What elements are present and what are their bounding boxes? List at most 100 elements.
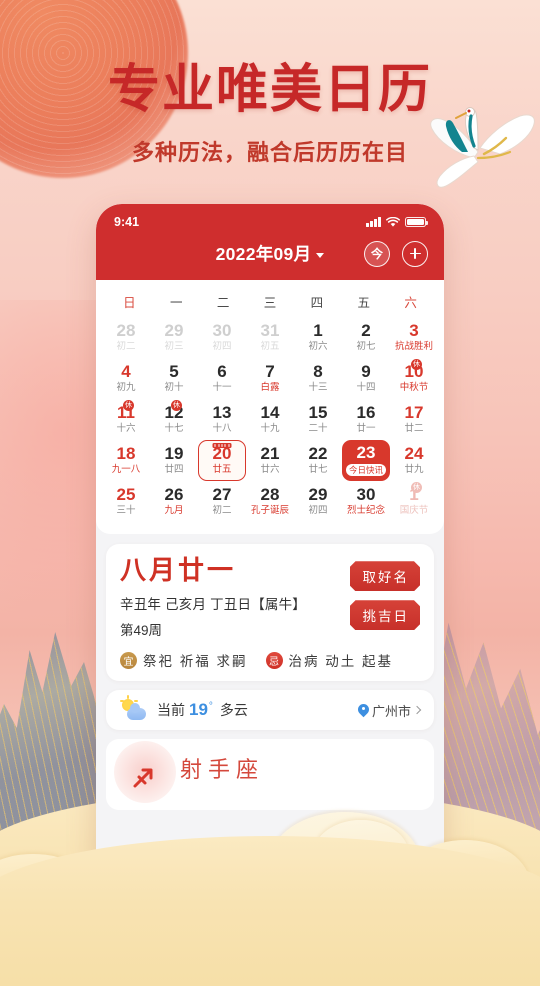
day-sublabel: 十六 <box>116 422 136 434</box>
calendar-day-cell[interactable]: 19 廿四 <box>150 440 198 481</box>
day-sublabel: 初三 <box>164 340 184 352</box>
day-number: 27 <box>212 485 232 505</box>
day-number: 18 <box>116 444 136 463</box>
calendar-day-cell[interactable]: 6 十一 <box>198 358 246 399</box>
calendar-day-cell[interactable]: 29 初三 <box>150 317 198 358</box>
day-sublabel: 廿九 <box>404 463 424 475</box>
weekday-header-2: 二 <box>216 296 230 310</box>
calendar-day-cell[interactable]: 26 九月 <box>150 481 198 522</box>
day-number: 13 <box>212 402 232 422</box>
wifi-icon <box>386 216 400 227</box>
calendar-day-cell[interactable]: 7 白露 <box>246 358 294 399</box>
calendar-day-cell[interactable]: 27 初二 <box>198 481 246 522</box>
day-sublabel: 初二 <box>212 504 232 516</box>
weather-condition: 多云 <box>219 702 248 719</box>
yi-items: 祭祀 祈福 求嗣 <box>143 654 248 670</box>
day-number: 29 <box>164 320 184 340</box>
calendar-day-cell[interactable]: 休 1 国庆节 <box>390 481 438 522</box>
calendar-day-cell[interactable]: 休 10 中秋节 <box>390 358 438 399</box>
detail-card-actions: 取好名 挑吉日 <box>350 561 421 630</box>
calendar-day-cell[interactable]: 16 廿一 <box>342 399 390 440</box>
day-number: 14 <box>260 402 280 422</box>
day-number: 1 <box>313 320 323 340</box>
calendar-day-cell[interactable]: 休 12 十七 <box>150 399 198 440</box>
today-button[interactable]: 今 <box>364 240 390 267</box>
calendar-day-cell[interactable]: 31 初五 <box>246 317 294 358</box>
weekday-header-3: 三 <box>263 296 277 310</box>
weekday-header-6: 六 <box>404 296 417 310</box>
weather-card[interactable]: 当前 19 ° 多云 广州市 <box>106 690 434 731</box>
day-sublabel: 廿二 <box>404 422 424 434</box>
calendar-day-cell[interactable]: 5 初十 <box>150 358 198 399</box>
calendar-day-cell[interactable]: 1 初六 <box>294 317 342 358</box>
name-picker-button[interactable]: 取好名 <box>350 561 421 591</box>
calendar-day-cell[interactable]: 25 三十 <box>102 481 150 522</box>
calendar-day-cell[interactable]: 20 廿五 <box>198 440 246 482</box>
day-number: 15 <box>308 402 328 422</box>
today-button-label: 今 <box>370 247 383 261</box>
day-number: 5 <box>169 361 179 381</box>
calendar-day-cell[interactable]: 18 九一八 <box>102 440 150 481</box>
day-sublabel: 初七 <box>356 340 376 352</box>
day-sublabel: 三十 <box>116 504 136 516</box>
battery-icon <box>405 217 428 227</box>
location-selector[interactable]: 广州市 <box>358 701 422 720</box>
day-sublabel: 廿七 <box>308 463 328 475</box>
day-number: 2 <box>361 320 371 340</box>
yi-group[interactable]: 宜 祭祀 祈福 求嗣 <box>120 650 248 670</box>
calendar-day-cell[interactable]: 2 初七 <box>342 317 390 358</box>
location-label: 广州市 <box>371 703 411 719</box>
calendar-day-cell[interactable]: 休 11 十六 <box>102 399 150 440</box>
calendar-day-cell[interactable]: 30 初四 <box>198 317 246 358</box>
yi-ji-row: 宜 祭祀 祈福 求嗣 忌 治病 动土 起基 <box>120 650 420 670</box>
day-number: 29 <box>308 485 328 505</box>
calendar-day-cell[interactable]: 17 廿二 <box>390 399 438 440</box>
rest-day-badge: 休 <box>123 400 134 411</box>
yi-badge-icon: 宜 <box>120 651 137 669</box>
chevron-down-icon <box>316 252 325 258</box>
auspicious-day-button[interactable]: 挑吉日 <box>350 600 421 630</box>
calendar-day-cell[interactable]: 15 二十 <box>294 399 342 440</box>
sagittarius-icon <box>133 768 153 788</box>
calendar-day-cell[interactable]: 3 抗战胜利 <box>390 317 438 358</box>
day-sublabel: 国庆节 <box>399 504 429 516</box>
calendar-day-cell[interactable]: 28 孔子诞辰 <box>246 481 294 522</box>
zodiac-name: 射手座 <box>180 757 265 783</box>
weather-text: 当前 19 ° 多云 <box>157 700 248 720</box>
weekday-header-row: 日一二三四五六 <box>102 288 438 317</box>
ji-group[interactable]: 忌 治病 动土 起基 <box>265 650 394 670</box>
calendar-day-cell[interactable]: 22 廿七 <box>294 440 342 481</box>
calendar-day-cell[interactable]: 21 廿六 <box>246 440 294 481</box>
day-sublabel: 廿六 <box>260 463 280 475</box>
day-number: 8 <box>313 361 323 381</box>
day-number: 16 <box>356 402 376 422</box>
day-number: 28 <box>260 485 280 505</box>
day-sublabel: 初四 <box>212 340 232 352</box>
calendar-day-cell[interactable]: 9 十四 <box>342 358 390 399</box>
calendar-day-cell[interactable]: 29 初四 <box>294 481 342 522</box>
location-pin-icon <box>358 704 369 717</box>
calendar-day-cell[interactable]: 8 十三 <box>294 358 342 399</box>
calendar-day-cell[interactable]: 23 今日快讯 <box>342 440 390 482</box>
zodiac-card[interactable]: 射手座 <box>106 739 434 811</box>
day-sublabel: 抗战胜利 <box>394 340 433 352</box>
calendar-day-cell[interactable]: 30 烈士纪念 <box>342 481 390 522</box>
calendar-day-cell[interactable]: 28 初二 <box>102 317 150 358</box>
weekday-header-1: 一 <box>170 296 183 310</box>
month-selector[interactable]: 2022年09月 <box>216 241 325 266</box>
day-number: 19 <box>164 444 184 463</box>
date-grid: 28 初二 29 初三 30 初四 31 初五 1 初六 2 初七 3 抗战胜利 4 初九 5 初十 6 十一 7 白露 8… <box>102 317 438 522</box>
day-sublabel: 廿四 <box>164 463 184 475</box>
weather-degree: ° <box>208 701 213 713</box>
weekday-header-4: 四 <box>310 296 324 310</box>
month-title-label: 2022年09月 <box>215 244 312 264</box>
day-sublabel: 初十 <box>164 381 184 393</box>
calendar-day-cell[interactable]: 24 廿九 <box>390 440 438 481</box>
day-number: 21 <box>260 444 280 463</box>
calendar-day-cell[interactable]: 4 初九 <box>102 358 150 399</box>
add-event-button[interactable] <box>402 240 428 267</box>
rest-day-badge: 休 <box>411 482 422 494</box>
calendar-day-cell[interactable]: 14 十九 <box>246 399 294 440</box>
day-sublabel: 十四 <box>356 381 376 393</box>
calendar-day-cell[interactable]: 13 十八 <box>198 399 246 440</box>
